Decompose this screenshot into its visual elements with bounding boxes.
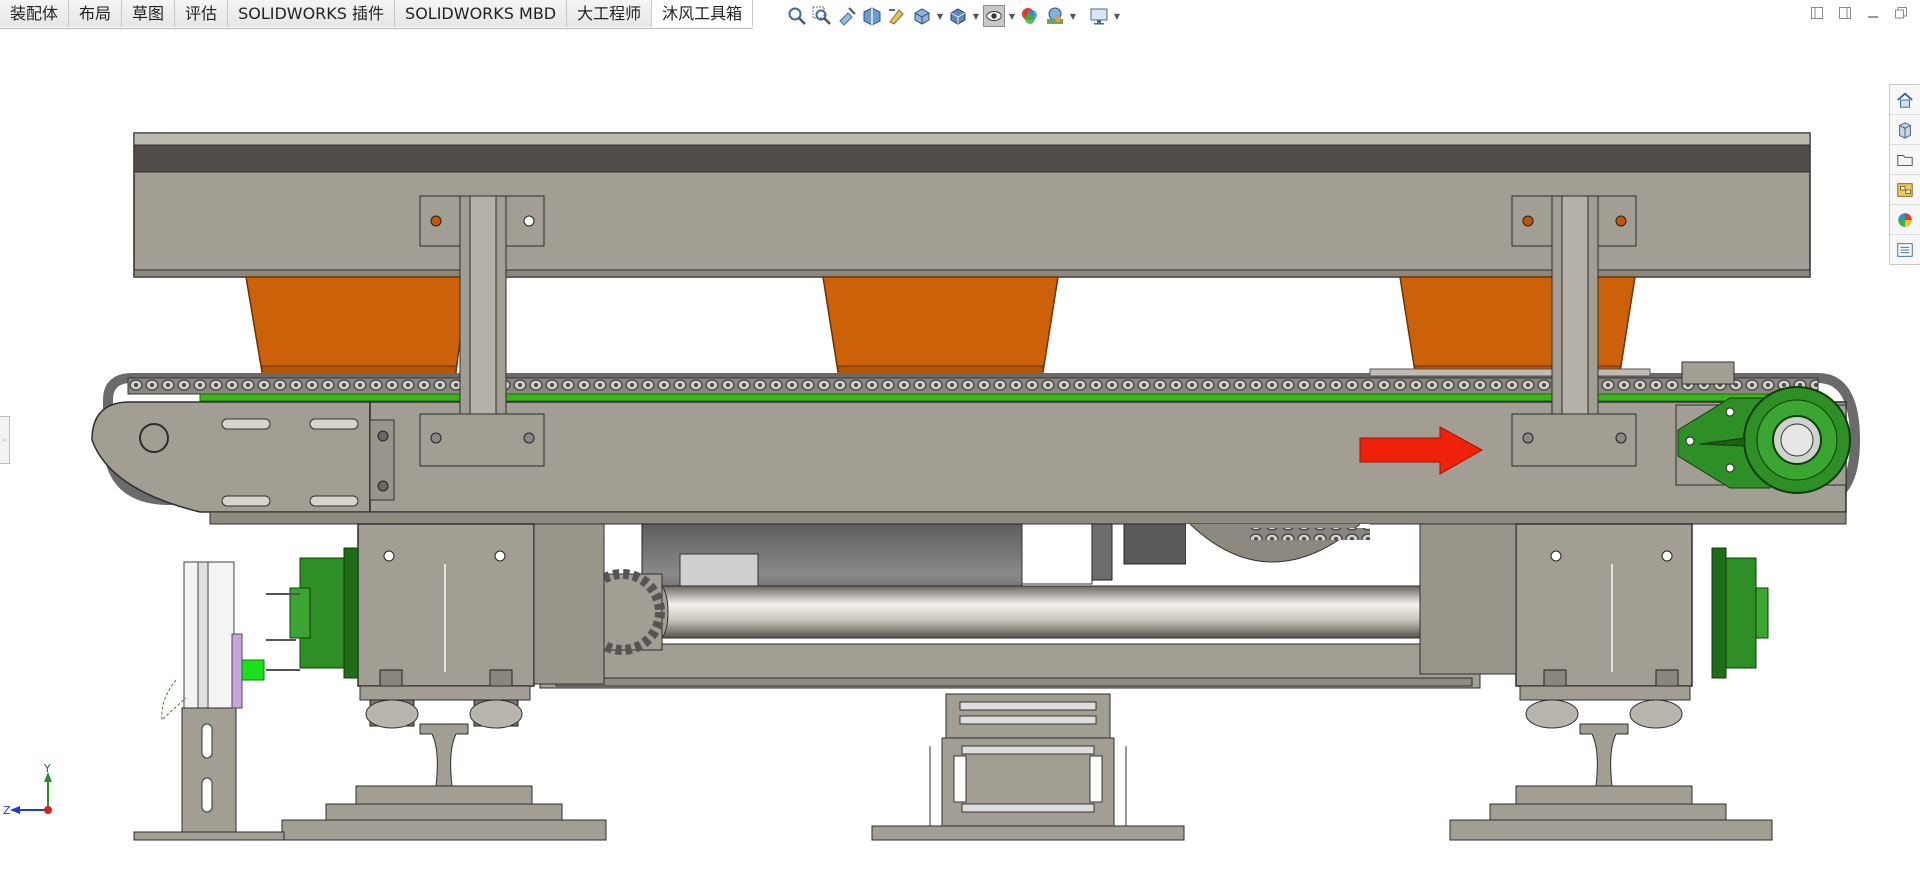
- view-orientation-dropdown[interactable]: ▼: [936, 12, 944, 21]
- previous-view-icon[interactable]: [836, 5, 858, 27]
- center-cable-carrier: [871, 693, 1185, 841]
- design-library-icon[interactable]: [1890, 115, 1920, 145]
- tile-left-icon[interactable]: [1810, 6, 1824, 20]
- appearances-icon[interactable]: [1890, 205, 1920, 235]
- zoom-to-area-icon[interactable]: [811, 5, 833, 27]
- material-buckets: [245, 276, 1636, 375]
- command-manager-tabs: 装配体 布局 草图 评估 SOLIDWORKS 插件 SOLIDWORKS MB…: [0, 0, 754, 29]
- file-explorer-icon[interactable]: [1890, 145, 1920, 175]
- tab-mufeng-toolbox[interactable]: 沐风工具箱: [652, 0, 754, 27]
- left-sensor-post: [133, 561, 300, 841]
- tab-layout[interactable]: 布局: [69, 0, 123, 27]
- minimize-icon[interactable]: [1866, 6, 1880, 20]
- triad-y-label: Y: [43, 762, 51, 775]
- tab-assembly[interactable]: 装配体: [0, 0, 70, 27]
- apply-scene-icon[interactable]: [1044, 5, 1066, 27]
- view-palette-icon[interactable]: [1890, 175, 1920, 205]
- edit-appearance-icon[interactable]: [1019, 5, 1041, 27]
- section-view-icon[interactable]: [861, 5, 883, 27]
- graphics-area[interactable]: Y Z: [0, 30, 1880, 881]
- tab-evaluate[interactable]: 评估: [175, 0, 229, 27]
- dynamic-annotation-icon[interactable]: [886, 5, 908, 27]
- zoom-to-fit-icon[interactable]: [786, 5, 808, 27]
- tab-big-engineer[interactable]: 大工程师: [567, 0, 653, 27]
- custom-properties-icon[interactable]: [1890, 235, 1920, 264]
- tab-solidworks-addins[interactable]: SOLIDWORKS 插件: [228, 0, 396, 27]
- apply-scene-dropdown[interactable]: ▼: [1069, 12, 1077, 21]
- home-icon[interactable]: [1890, 85, 1920, 115]
- tab-solidworks-mbd[interactable]: SOLIDWORKS MBD: [395, 0, 568, 27]
- window-controls: [1810, 6, 1908, 20]
- coordinate-triad: Y Z: [3, 762, 52, 817]
- display-style-dropdown[interactable]: ▼: [972, 12, 980, 21]
- view-settings-icon[interactable]: [1088, 5, 1110, 27]
- hide-show-items-dropdown[interactable]: ▼: [1008, 12, 1016, 21]
- task-pane: [1889, 84, 1920, 265]
- view-orientation-icon[interactable]: [911, 5, 933, 27]
- heads-up-view-toolbar: ▼ ▼ ▼ ▼ ▼: [786, 4, 1121, 28]
- triad-z-label: Z: [3, 804, 11, 817]
- tab-sketch[interactable]: 草图: [122, 0, 176, 27]
- left-support-leg: [281, 523, 607, 841]
- display-style-icon[interactable]: [947, 5, 969, 27]
- hide-show-items-icon[interactable]: [983, 5, 1005, 27]
- tile-right-icon[interactable]: [1838, 6, 1852, 20]
- view-settings-dropdown[interactable]: ▼: [1113, 12, 1121, 21]
- restore-icon[interactable]: [1894, 6, 1908, 20]
